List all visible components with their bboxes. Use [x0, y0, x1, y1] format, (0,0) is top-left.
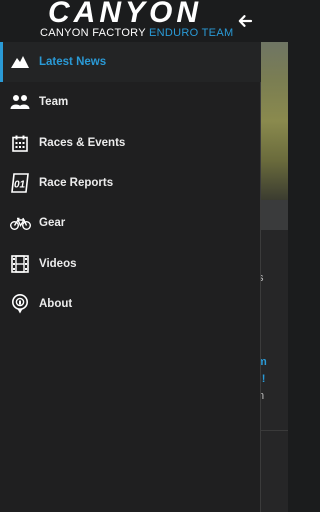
nav-item-label: About: [39, 298, 73, 310]
bicycle-icon: [9, 212, 31, 234]
nav-item-races-events[interactable]: Races & Events: [0, 123, 261, 163]
logo-subtitle: CANYON FACTORY ENDURO TEAM: [40, 26, 233, 40]
canyon-logo: CANYON CANYON FACTORY ENDURO TEAM: [40, 0, 233, 42]
content-divider: [261, 430, 288, 431]
nav-item-team[interactable]: Team: [0, 82, 261, 122]
app-root: s m n! n CANYON CANYON FACTORY ENDURO TE…: [0, 0, 288, 512]
calendar-icon: [9, 132, 31, 154]
news-photo[interactable]: [261, 42, 288, 200]
nav-item-label: Race Reports: [39, 177, 114, 189]
info-pin-icon: [9, 293, 31, 315]
team-icon: [9, 91, 31, 113]
svg-text:01: 01: [14, 180, 26, 191]
photo-caption-bar: [261, 200, 288, 230]
logo-title: CANYON: [47, 0, 202, 29]
navigation-drawer: Latest News Team Races & Events 01 Race …: [0, 42, 261, 512]
nav-item-label: Latest News: [39, 56, 107, 68]
film-icon: [9, 253, 31, 275]
race-number-icon: 01: [9, 172, 31, 194]
arrow-left-icon: [238, 15, 253, 27]
nav-item-race-reports[interactable]: 01 Race Reports: [0, 163, 261, 203]
logo-subtitle-accent: ENDURO TEAM: [149, 27, 234, 39]
mountain-icon: [9, 51, 31, 73]
nav-item-label: Gear: [39, 217, 66, 229]
nav-item-latest-news[interactable]: Latest News: [0, 42, 261, 82]
back-button[interactable]: [232, 8, 258, 34]
nav-item-label: Team: [39, 96, 69, 108]
logo-subtitle-main: CANYON FACTORY: [40, 27, 150, 39]
nav-item-videos[interactable]: Videos: [0, 244, 261, 284]
nav-item-label: Videos: [39, 258, 77, 270]
nav-item-gear[interactable]: Gear: [0, 203, 261, 243]
nav-item-about[interactable]: About: [0, 284, 261, 324]
nav-item-label: Races & Events: [39, 137, 126, 149]
app-header: CANYON CANYON FACTORY ENDURO TEAM: [0, 0, 288, 42]
